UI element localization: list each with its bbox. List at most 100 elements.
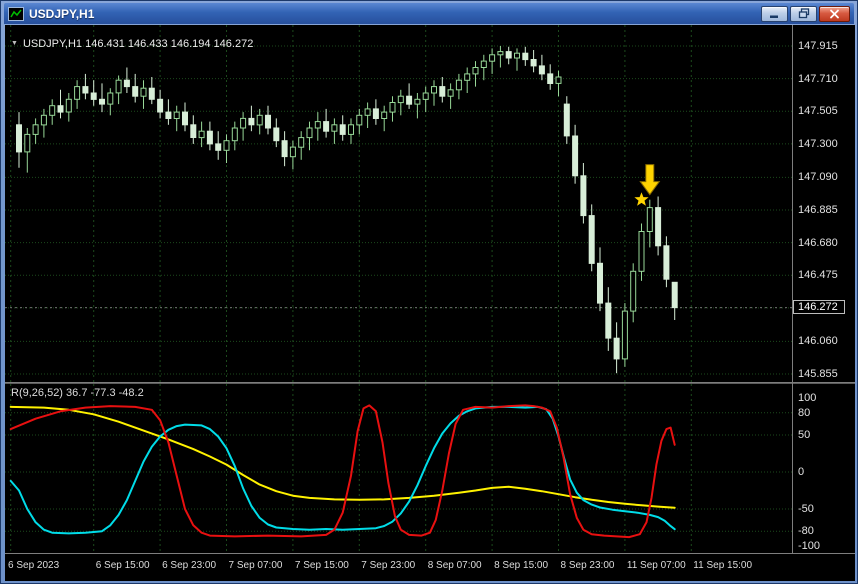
chart-ohlc-header: ▼ USDJPY,H1 146.431 146.433 146.194 146.… <box>11 38 253 50</box>
candle <box>447 83 454 109</box>
time-tick-label: 7 Sep 23:00 <box>361 560 416 571</box>
candle <box>115 75 122 105</box>
candle <box>522 46 529 66</box>
candle <box>273 118 280 148</box>
candle <box>580 163 587 224</box>
candle <box>588 204 595 272</box>
candle <box>74 80 81 109</box>
price-tick-label: 146.060 <box>798 335 838 348</box>
candle <box>372 99 379 125</box>
time-tick-label: 7 Sep 15:00 <box>294 560 349 571</box>
candle <box>190 115 197 144</box>
candle <box>414 93 421 119</box>
candle <box>381 105 388 132</box>
close-icon <box>829 7 840 22</box>
window-frame[interactable]: USDJPY,H1 ▼ USDJPY,H1 146.431 146.433 14… <box>0 0 858 584</box>
candle <box>514 48 520 71</box>
oscillator-pane[interactable] <box>5 384 792 552</box>
candle <box>572 124 579 184</box>
chart-ohlc-text: USDJPY,H1 146.431 146.433 146.194 146.27… <box>22 38 254 50</box>
window-controls <box>761 6 850 22</box>
candle <box>455 73 462 100</box>
candle <box>215 131 222 160</box>
window-title: USDJPY,H1 <box>29 6 95 21</box>
candle <box>265 105 271 135</box>
candle <box>422 86 429 113</box>
red-line <box>9 404 676 539</box>
time-axis[interactable]: 6 Sep 2023 6 Sep 15:00 6 Sep 23:00 7 Sep 07… <box>5 554 855 581</box>
time-tick-label: 11 Sep 07:00 <box>626 560 686 571</box>
candle <box>165 99 172 125</box>
candle <box>289 140 296 170</box>
candle <box>663 236 670 288</box>
price-tick-label: 145.855 <box>798 368 838 380</box>
close-button[interactable] <box>819 6 850 22</box>
oscillator-tick-label: -50 <box>798 503 814 515</box>
candle <box>57 89 64 119</box>
candle <box>530 50 537 73</box>
oscillator-tick-label: -80 <box>798 525 814 538</box>
candle <box>331 118 338 144</box>
pane-separator[interactable] <box>5 382 855 384</box>
main-price-chart[interactable] <box>5 25 792 382</box>
candle <box>231 121 238 151</box>
candle <box>82 73 89 100</box>
main-grid <box>5 25 792 382</box>
candle <box>298 131 305 160</box>
price-tick-label: 147.090 <box>798 171 838 184</box>
candle <box>339 115 346 141</box>
candle <box>439 77 446 103</box>
chart-expand-icon[interactable]: ▼ <box>11 39 18 49</box>
candle <box>148 77 155 105</box>
candle <box>555 70 562 97</box>
restore-button[interactable] <box>790 6 817 22</box>
price-tick-label: 146.475 <box>798 269 838 282</box>
candle <box>431 80 437 106</box>
candle <box>406 83 413 109</box>
restore-icon <box>798 7 810 22</box>
title-bar[interactable]: USDJPY,H1 <box>4 3 854 24</box>
indicator-label: R(9,26,52) 36.7 -77.3 -48.2 <box>11 387 144 399</box>
candle <box>389 96 396 122</box>
candle <box>206 121 213 151</box>
candle <box>364 102 371 128</box>
price-tick-label: 146.680 <box>798 236 838 249</box>
candle <box>107 88 114 116</box>
minimize-icon <box>769 7 780 22</box>
current-price-label: 146.272 <box>793 299 845 314</box>
candle <box>638 223 645 281</box>
price-tick-label: 147.915 <box>798 40 838 52</box>
chart-window-icon <box>8 6 24 22</box>
candle <box>464 67 471 93</box>
candle <box>547 64 554 90</box>
time-tick-label: 6 Sep 2023 <box>8 560 60 571</box>
price-tick-label: 147.505 <box>798 105 838 118</box>
price-tick-label: 147.710 <box>798 72 838 85</box>
oscillator-scale[interactable]: 100 80 50 0 -50 -80 -100 <box>793 384 855 553</box>
time-tick-label: 8 Sep 23:00 <box>560 560 615 571</box>
candle <box>90 80 97 106</box>
time-tick-label: 6 Sep 15:00 <box>95 560 150 571</box>
candle <box>480 54 487 81</box>
minimize-button[interactable] <box>761 6 788 22</box>
time-tick-label: 8 Sep 07:00 <box>427 560 482 571</box>
candle <box>248 105 255 132</box>
candle <box>240 112 247 141</box>
candle <box>306 121 313 151</box>
time-tick-label: 6 Sep 23:00 <box>162 560 217 571</box>
candle <box>182 102 188 132</box>
candle <box>613 322 620 374</box>
time-tick-label: 11 Sep 15:00 <box>693 560 753 571</box>
candle <box>671 281 678 320</box>
candle <box>256 108 263 135</box>
candle <box>223 134 230 163</box>
time-tick-label: 7 Sep 07:00 <box>228 560 283 571</box>
candle <box>32 118 39 144</box>
arrow-down-annotation[interactable] <box>639 164 661 196</box>
candle <box>123 67 130 93</box>
star-annotation[interactable] <box>634 192 649 206</box>
candle <box>281 131 288 167</box>
candle <box>348 118 354 144</box>
oscillator-tick-label: -100 <box>798 540 821 552</box>
candle <box>323 108 330 138</box>
